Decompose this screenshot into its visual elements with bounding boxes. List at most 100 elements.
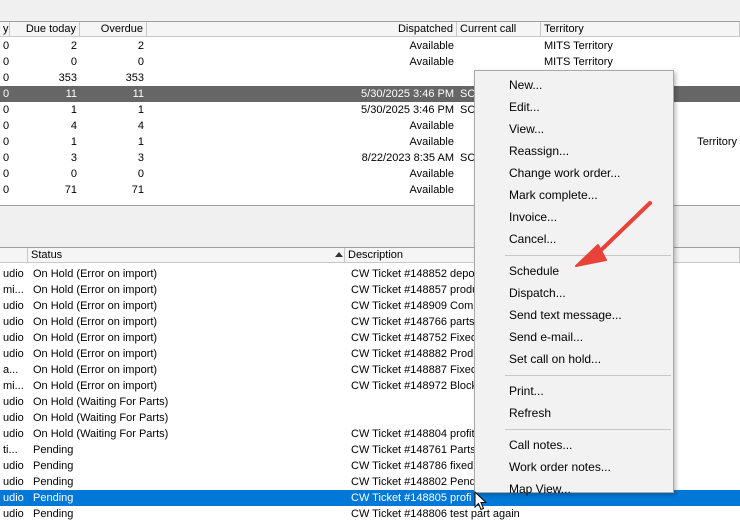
cell-open: 0: [3, 40, 10, 52]
menu-item-send-e-mail[interactable]: Send e-mail...: [509, 327, 583, 347]
menu-item-map-view[interactable]: Map View...: [509, 479, 571, 499]
column-header-overdue[interactable]: Overdue: [80, 22, 147, 37]
context-menu: New... Edit... View... Reassign... Change wo…: [474, 70, 674, 496]
menu-separator: [505, 429, 671, 430]
menu-item-change-work-order[interactable]: Change work order...: [509, 163, 620, 183]
cell-due-today: 0: [70, 168, 77, 180]
column-header-dispatched[interactable]: Dispatched: [147, 22, 457, 37]
cell-open: 0: [3, 72, 10, 84]
cell-status: On Hold (Error on import): [33, 284, 158, 296]
cell-due-today: 11: [65, 88, 77, 100]
cell-territory: MITS Territory: [544, 40, 613, 52]
cell-open: 0: [3, 168, 10, 180]
cell-open: 0: [3, 104, 10, 116]
cell-overdue: 1: [137, 104, 144, 116]
menu-item-call-notes[interactable]: Call notes...: [509, 435, 572, 455]
cell-dispatched: [147, 70, 457, 86]
mouse-cursor-icon: [474, 491, 488, 511]
cell-open: 0: [3, 120, 10, 132]
menu-item-schedule[interactable]: Schedule: [509, 261, 559, 281]
cell-customer: udio: [3, 300, 24, 312]
cell-overdue: 11: [132, 88, 144, 100]
cell-due-today: 353: [58, 72, 77, 84]
menu-separator: [505, 375, 671, 376]
menu-item-reassign[interactable]: Reassign...: [509, 141, 569, 161]
technician-row[interactable]: 0 0 0 Available MITS Territory: [0, 54, 740, 70]
cell-status: On Hold (Error on import): [33, 300, 158, 312]
cell-status: On Hold (Error on import): [33, 332, 158, 344]
cell-customer: udio: [3, 492, 24, 504]
menu-item-dispatch[interactable]: Dispatch...: [509, 283, 566, 303]
call-row[interactable]: udio Pending CW Ticket #148806 test part a…: [0, 506, 740, 522]
cell-dispatched: Available: [409, 56, 454, 68]
menu-separator: [505, 255, 671, 256]
cell-customer: udio: [3, 396, 24, 408]
cell-dispatched: Available: [409, 168, 454, 180]
cell-description: CW Ticket #148806 test part again: [351, 508, 520, 520]
cell-customer: mi...: [3, 380, 24, 392]
cell-customer: udio: [3, 316, 24, 328]
cell-open: 0: [3, 56, 10, 68]
cell-dispatched: Available: [409, 136, 454, 148]
cell-overdue: 2: [137, 40, 144, 52]
menu-item-work-order-notes[interactable]: Work order notes...: [509, 457, 611, 477]
cell-status: On Hold (Error on import): [33, 316, 158, 328]
column-header-status[interactable]: Status: [28, 248, 345, 263]
cell-overdue: 4: [137, 120, 144, 132]
cell-status: Pending: [33, 444, 74, 456]
cell-open: 0: [3, 88, 10, 100]
cell-overdue: 1: [137, 136, 144, 148]
cell-status: Pending: [33, 492, 74, 504]
cell-status: On Hold (Error on import): [33, 380, 158, 392]
menu-item-refresh[interactable]: Refresh: [509, 403, 551, 423]
cell-status: On Hold (Error on import): [33, 268, 158, 280]
cell-dispatched: Available: [409, 184, 454, 196]
cell-overdue: 0: [137, 56, 144, 68]
cell-status: On Hold (Waiting For Parts): [33, 428, 169, 440]
menu-item-mark-complete[interactable]: Mark complete...: [509, 185, 598, 205]
cell-overdue: 71: [131, 184, 144, 196]
menu-item-cancel[interactable]: Cancel...: [509, 229, 556, 249]
cell-overdue: 353: [125, 72, 144, 84]
cell-status: On Hold (Waiting For Parts): [33, 396, 169, 408]
cell-territory: MITS Territory: [544, 56, 613, 68]
technician-table-header: y Due today Overdue Dispatched Current c…: [0, 22, 740, 37]
cell-open: 0: [3, 152, 10, 164]
cell-status: Pending: [33, 460, 74, 472]
column-header-due-today[interactable]: Due today: [10, 22, 80, 37]
column-header-territory[interactable]: Territory: [541, 22, 740, 37]
cell-current-call: [457, 38, 541, 54]
technician-row[interactable]: 0 2 2 Available MITS Territory: [0, 38, 740, 54]
cell-current-call: [457, 54, 541, 70]
cell-customer: udio: [3, 332, 24, 344]
cell-status: On Hold (Waiting For Parts): [33, 412, 169, 424]
cell-customer: mi...: [3, 284, 24, 296]
cell-due-today: 3: [70, 152, 77, 164]
cell-due-today: 4: [70, 120, 77, 132]
cell-overdue: 0: [137, 168, 144, 180]
cell-status: Pending: [33, 476, 74, 488]
cell-open: 0: [3, 184, 10, 196]
column-header[interactable]: y: [0, 22, 10, 37]
cell-customer: udio: [3, 508, 24, 520]
cell-customer: udio: [3, 268, 24, 280]
cell-customer: a...: [3, 364, 19, 376]
column-header-current-call[interactable]: Current call: [457, 22, 541, 37]
cell-dispatched: 5/30/2025 3:46 PM: [361, 88, 454, 100]
cell-dispatched: 5/30/2025 3:46 PM: [361, 104, 454, 116]
cell-due-today: 71: [64, 184, 77, 196]
cell-status: Pending: [33, 508, 74, 520]
cell-due-today: 1: [70, 104, 77, 116]
cell-due-today: 0: [70, 56, 77, 68]
menu-item-new[interactable]: New...: [509, 75, 542, 95]
menu-item-invoice[interactable]: Invoice...: [509, 207, 557, 227]
menu-item-edit[interactable]: Edit...: [509, 97, 540, 117]
menu-item-print[interactable]: Print...: [509, 381, 544, 401]
menu-item-send-text-message[interactable]: Send text message...: [509, 305, 622, 325]
cell-due-today: 2: [70, 40, 77, 52]
cell-dispatched: Available: [409, 40, 454, 52]
menu-item-set-call-on-hold[interactable]: Set call on hold...: [509, 349, 601, 369]
cell-customer: udio: [3, 412, 24, 424]
menu-item-view[interactable]: View...: [509, 119, 544, 139]
column-header[interactable]: [0, 248, 28, 263]
